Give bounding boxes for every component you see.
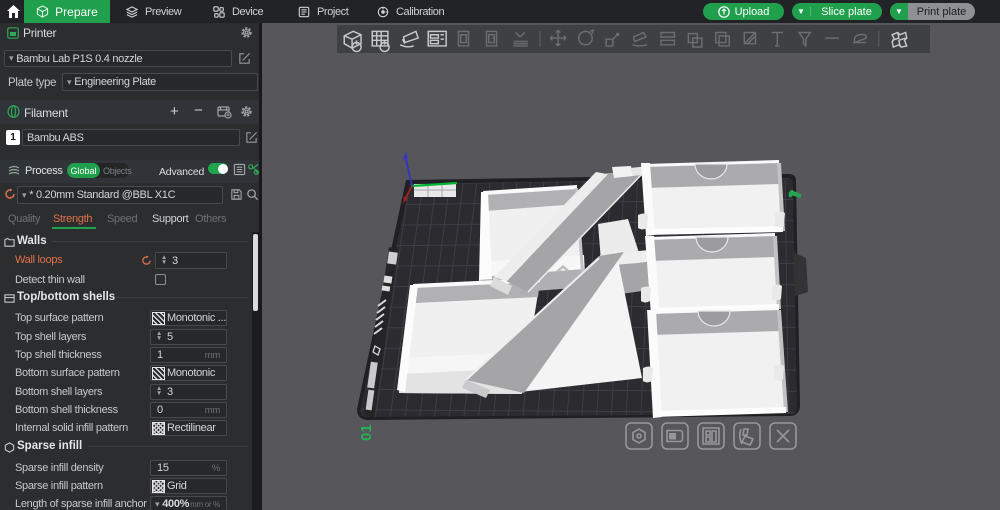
svg-text:01: 01 — [358, 424, 375, 441]
